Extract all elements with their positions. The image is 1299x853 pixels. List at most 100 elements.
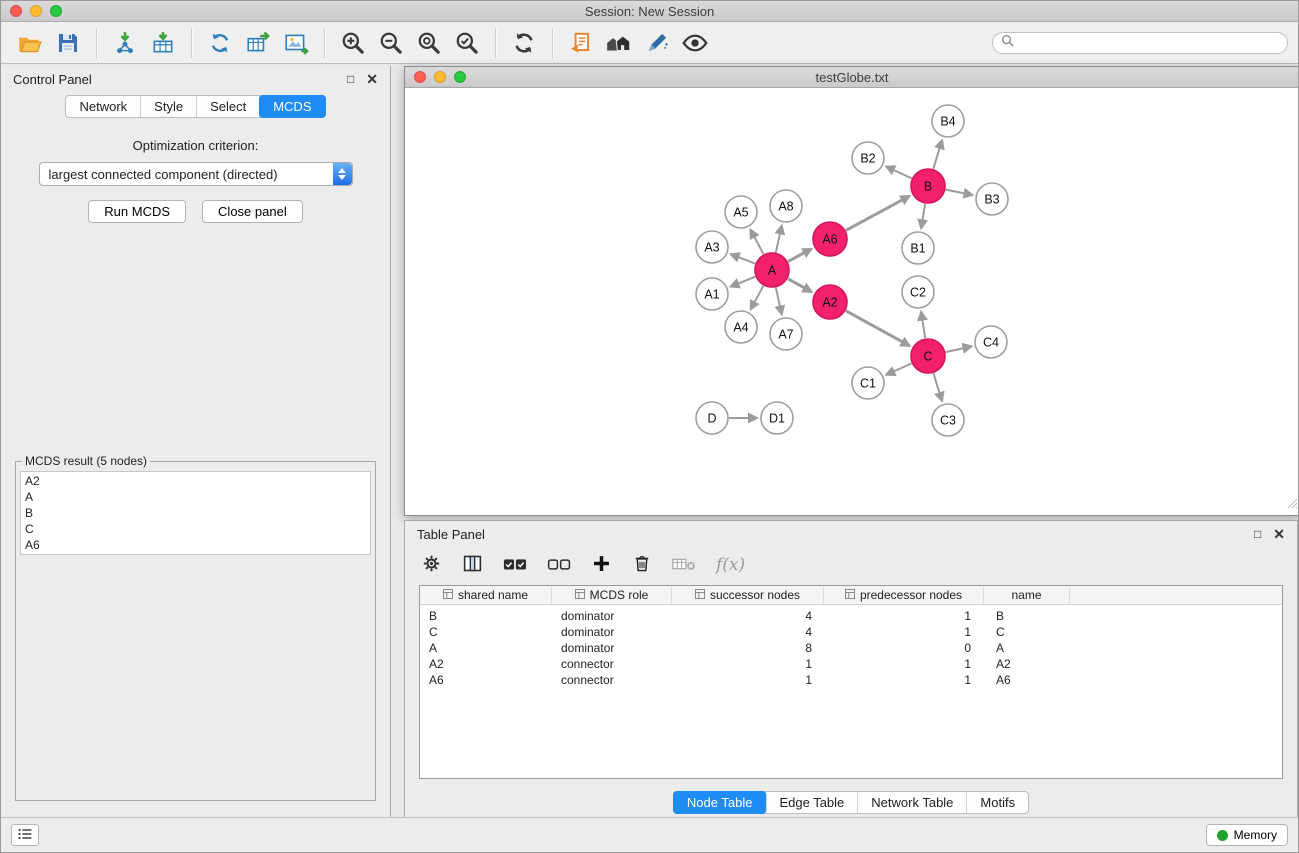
tab-motifs[interactable]: Motifs: [967, 792, 1028, 813]
search-input[interactable]: [1019, 36, 1279, 50]
tab-mcds[interactable]: MCDS: [259, 95, 325, 118]
network-zoom-button[interactable]: [454, 71, 466, 83]
network-snapshot-button[interactable]: [562, 25, 600, 61]
column-header-mcds-role[interactable]: MCDS role: [552, 586, 672, 604]
optimization-criterion-dropdown[interactable]: largest connected component (directed): [39, 162, 353, 186]
save-session-button[interactable]: [49, 25, 87, 61]
graph-edge-A-A7[interactable]: [776, 288, 782, 315]
graph-node-D[interactable]: D: [696, 402, 728, 434]
close-window-button[interactable]: [10, 5, 22, 17]
mcds-result-item[interactable]: B: [25, 505, 366, 521]
mcds-result-item[interactable]: A6: [25, 537, 366, 553]
tab-network[interactable]: Network: [66, 96, 141, 117]
unselect-all-columns-button[interactable]: [547, 555, 571, 576]
export-network-button[interactable]: [201, 25, 239, 61]
table-row[interactable]: A2connector11A2: [420, 656, 1282, 672]
column-header-successor-nodes[interactable]: successor nodes: [672, 586, 824, 604]
table-settings-button[interactable]: [421, 553, 442, 577]
graph-edge-A-A3[interactable]: [731, 254, 756, 263]
minimize-window-button[interactable]: [30, 5, 42, 17]
graph-node-D1[interactable]: D1: [761, 402, 793, 434]
close-panel-button[interactable]: Close panel: [202, 200, 303, 223]
graph-node-A8[interactable]: A8: [770, 190, 802, 222]
graph-edge-A-A5[interactable]: [750, 230, 763, 254]
table-row[interactable]: Adominator80A: [420, 640, 1282, 656]
graph-node-A7[interactable]: A7: [770, 318, 802, 350]
tab-edge-table[interactable]: Edge Table: [766, 792, 858, 813]
zoom-selected-button[interactable]: [448, 25, 486, 61]
float-table-panel-icon[interactable]: □: [1254, 528, 1261, 540]
graph-node-B4[interactable]: B4: [932, 105, 964, 137]
graph-edge-C-C2[interactable]: [921, 312, 925, 338]
graph-node-B[interactable]: B: [911, 169, 945, 203]
zoom-in-button[interactable]: [334, 25, 372, 61]
float-panel-icon[interactable]: □: [347, 73, 354, 85]
graph-edge-B-B4[interactable]: [933, 140, 942, 169]
export-image-button[interactable]: [277, 25, 315, 61]
import-network-button[interactable]: [106, 25, 144, 61]
column-header-name[interactable]: name: [984, 586, 1070, 604]
style-brush-button[interactable]: [638, 25, 676, 61]
home-button[interactable]: [600, 25, 638, 61]
memory-button[interactable]: Memory: [1206, 824, 1288, 846]
graph-node-C1[interactable]: C1: [852, 367, 884, 399]
tab-node-table[interactable]: Node Table: [673, 791, 768, 814]
mcds-result-list[interactable]: A2ABCA6: [20, 471, 371, 555]
network-minimize-button[interactable]: [434, 71, 446, 83]
mcds-result-item[interactable]: A2: [25, 473, 366, 489]
graph-edge-A-A4[interactable]: [751, 286, 764, 310]
column-header-predecessor-nodes[interactable]: predecessor nodes: [824, 586, 984, 604]
graph-node-B3[interactable]: B3: [976, 183, 1008, 215]
table-row[interactable]: Bdominator41B: [420, 608, 1282, 624]
graph-node-B1[interactable]: B1: [902, 232, 934, 264]
task-history-button[interactable]: [11, 824, 39, 846]
table-row[interactable]: Cdominator41C: [420, 624, 1282, 640]
column-header-shared-name[interactable]: shared name: [420, 586, 552, 604]
tab-network-table[interactable]: Network Table: [858, 792, 967, 813]
graph-node-A5[interactable]: A5: [725, 196, 757, 228]
zoom-fit-button[interactable]: [410, 25, 448, 61]
create-column-button[interactable]: [591, 553, 612, 577]
graph-node-C3[interactable]: C3: [932, 404, 964, 436]
graph-node-A6[interactable]: A6: [813, 222, 847, 256]
search-field[interactable]: [992, 32, 1288, 54]
export-table-button[interactable]: [239, 25, 277, 61]
close-table-panel-icon[interactable]: ✕: [1273, 528, 1285, 540]
network-close-button[interactable]: [414, 71, 426, 83]
graph-node-C2[interactable]: C2: [902, 276, 934, 308]
graph-node-A1[interactable]: A1: [696, 278, 728, 310]
graph-edge-C-C3[interactable]: [933, 373, 942, 401]
graph-edge-B-B3[interactable]: [946, 190, 973, 195]
open-session-button[interactable]: [11, 25, 49, 61]
graph-edge-C-C4[interactable]: [946, 346, 972, 352]
select-all-columns-button[interactable]: [503, 555, 527, 576]
tab-style[interactable]: Style: [141, 96, 197, 117]
graph-edge-B-B2[interactable]: [886, 166, 912, 178]
eye-button[interactable]: [676, 25, 714, 61]
resize-handle-icon[interactable]: [1286, 496, 1298, 514]
function-builder-button[interactable]: f(x): [716, 555, 745, 575]
network-canvas[interactable]: B4B2BB3A5A8A6A3B1AC2A1A2A4A7C4CC1C3DD1: [405, 88, 1299, 515]
graph-edge-A6-B[interactable]: [846, 196, 910, 230]
insert-column-button[interactable]: [462, 553, 483, 577]
zoom-window-button[interactable]: [50, 5, 62, 17]
graph-node-B2[interactable]: B2: [852, 142, 884, 174]
refresh-button[interactable]: [505, 25, 543, 61]
graph-node-C4[interactable]: C4: [975, 326, 1007, 358]
delete-column-button[interactable]: [632, 553, 652, 577]
table-row[interactable]: A6connector11A6: [420, 672, 1282, 688]
graph-edge-A-A6[interactable]: [788, 249, 812, 262]
import-table-button[interactable]: [144, 25, 182, 61]
graph-node-A[interactable]: A: [755, 253, 789, 287]
delete-table-button[interactable]: [672, 555, 696, 576]
close-panel-icon[interactable]: ✕: [366, 73, 378, 85]
graph-edge-B-B1[interactable]: [921, 204, 925, 228]
graph-edge-C-C1[interactable]: [886, 363, 911, 374]
mcds-result-item[interactable]: A: [25, 489, 366, 505]
zoom-out-button[interactable]: [372, 25, 410, 61]
graph-node-A2[interactable]: A2: [813, 285, 847, 319]
graph-edge-A-A2[interactable]: [788, 279, 812, 292]
graph-node-A4[interactable]: A4: [725, 311, 757, 343]
graph-node-C[interactable]: C: [911, 339, 945, 373]
graph-edge-A-A8[interactable]: [776, 226, 782, 253]
